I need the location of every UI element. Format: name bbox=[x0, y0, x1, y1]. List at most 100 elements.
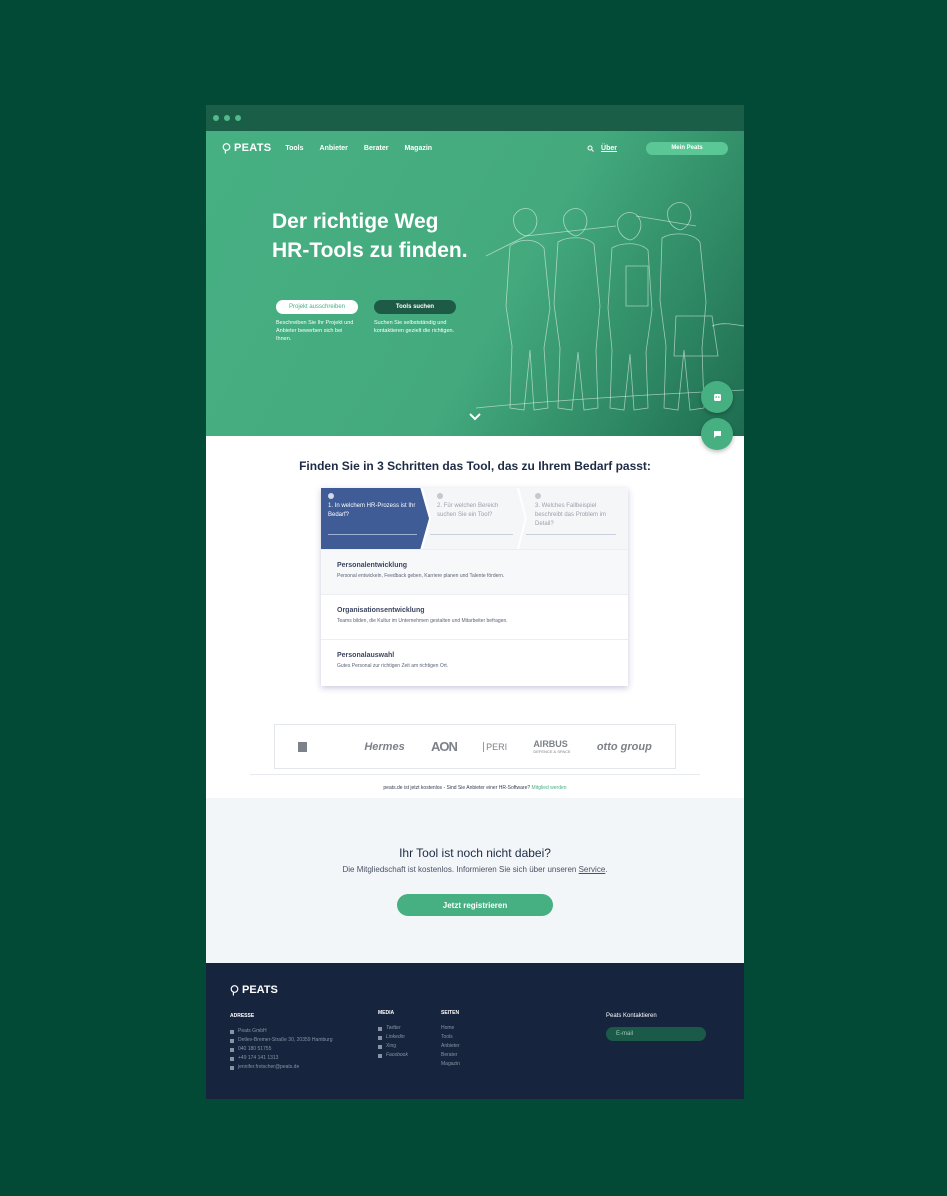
pin-icon bbox=[230, 1038, 234, 1043]
option-personalentwicklung[interactable]: Personalentwicklung Personal entwickeln,… bbox=[321, 549, 628, 594]
media-label: Linkedin bbox=[386, 1034, 405, 1040]
wizard-steps: 1. In welchem HR-Prozess ist Ihr Bedarf?… bbox=[321, 488, 628, 549]
page-link-berater[interactable]: Berater bbox=[441, 1051, 460, 1060]
hero: PEATS Tools Anbieter Berater Magazin Übe… bbox=[206, 131, 744, 436]
hero-title-line1: Der richtige Weg bbox=[272, 210, 439, 233]
project-button[interactable]: Projekt ausschreiben bbox=[276, 300, 358, 314]
cta-project: Projekt ausschreiben Beschreiben Sie Ihr… bbox=[276, 300, 358, 343]
company-name: Peats GmbH bbox=[238, 1028, 267, 1034]
assistant-fab[interactable] bbox=[701, 381, 733, 413]
window-dot bbox=[235, 115, 241, 121]
phone-2[interactable]: +49 174 141 1313 bbox=[238, 1054, 278, 1063]
nav-link-berater[interactable]: Berater bbox=[364, 145, 389, 152]
hero-title: Der richtige Weg HR-Tools zu finden. bbox=[272, 207, 468, 265]
service-link[interactable]: Service bbox=[579, 865, 606, 874]
top-nav: PEATS Tools Anbieter Berater Magazin Übe… bbox=[222, 141, 728, 155]
wizard-step-3[interactable]: 3. Welches Fallbeispiel beschreibt das P… bbox=[519, 488, 628, 549]
phone-1[interactable]: 040 180 51755 bbox=[238, 1045, 271, 1054]
footer-media: MEDIA Twitter Linkedin Xing Facebook bbox=[378, 1009, 408, 1060]
footer-logo-text: PEATS bbox=[242, 984, 278, 996]
peats-logo[interactable]: PEATS bbox=[222, 142, 271, 154]
logo-otto-group: otto group bbox=[596, 740, 652, 753]
free-note-text: peats.de ist jetzt kostenlos - Sind Sie … bbox=[383, 785, 531, 791]
check-icon bbox=[328, 493, 334, 499]
address-title: ADRESSE bbox=[230, 1013, 255, 1019]
contact-email[interactable]: jennifer.frotscher@peats.de bbox=[238, 1063, 299, 1072]
step-underline bbox=[430, 534, 513, 535]
logo-airbus: AIRBUS DEFENCE & SPACE bbox=[533, 739, 570, 754]
wizard-step-1[interactable]: 1. In welchem HR-Prozess ist Ihr Bedarf? bbox=[321, 488, 429, 549]
window-chrome bbox=[206, 105, 744, 131]
footer-pages: SEITEN Home Tools Anbieter Berater Magaz… bbox=[441, 1009, 460, 1069]
step-2-label: 2. Für welchen Bereich suchen Sie ein To… bbox=[437, 503, 499, 518]
nav-link-about[interactable]: Über bbox=[601, 145, 617, 152]
page-link-home[interactable]: Home bbox=[441, 1024, 460, 1033]
person-icon bbox=[230, 1029, 234, 1034]
register-button[interactable]: Jetzt registrieren bbox=[397, 894, 553, 916]
logo-aon: AON bbox=[430, 739, 458, 754]
nav-links: Tools Anbieter Berater Magazin bbox=[285, 145, 432, 152]
chevron-down-icon[interactable] bbox=[468, 412, 482, 422]
chat-fab[interactable] bbox=[701, 418, 733, 450]
wizard-step-2[interactable]: 2. Für welchen Bereich suchen Sie ein To… bbox=[423, 488, 525, 549]
media-title: MEDIA bbox=[378, 1010, 395, 1016]
option-title: Personalentwicklung bbox=[337, 562, 408, 569]
email-row: jennifer.frotscher@peats.de bbox=[230, 1063, 333, 1072]
facebook-icon bbox=[378, 1053, 382, 1058]
register-title: Ihr Tool ist noch nicht dabei? bbox=[399, 846, 551, 860]
option-title: Personalauswahl bbox=[337, 652, 395, 659]
company-row: Peats GmbH bbox=[230, 1027, 333, 1036]
tools-search-button[interactable]: Tools suchen bbox=[374, 300, 456, 314]
nav-link-magazin[interactable]: Magazin bbox=[404, 145, 432, 152]
robot-icon bbox=[713, 393, 721, 401]
lightbulb-icon bbox=[222, 142, 231, 153]
option-title: Organisationsentwicklung bbox=[337, 607, 425, 614]
register-text-body: Die Mitgliedschaft ist kostenlos. Inform… bbox=[342, 865, 577, 874]
contact-title: Peats Kontaktieren bbox=[606, 1013, 657, 1019]
media-label: Facebook bbox=[386, 1052, 408, 1058]
search-icon[interactable] bbox=[587, 145, 594, 152]
footer-contact: Peats Kontaktieren E-mail bbox=[606, 1012, 706, 1041]
nav-right: Über Mein Peats bbox=[587, 141, 728, 155]
option-organisationsentwicklung[interactable]: Organisationsentwicklung Teams bilden, d… bbox=[321, 594, 628, 639]
steps-heading: Finden Sie in 3 Schritten das Tool, das … bbox=[299, 459, 651, 473]
xing-icon bbox=[378, 1044, 382, 1049]
media-facebook[interactable]: Facebook bbox=[378, 1051, 408, 1060]
footer-address: ADRESSE Peats GmbH Detlev-Bremer-Straße … bbox=[230, 1012, 333, 1072]
footer-logo[interactable]: PEATS bbox=[230, 984, 278, 996]
nav-link-tools[interactable]: Tools bbox=[285, 145, 303, 152]
option-description: Gutes Personal zur richtigen Zeit am ric… bbox=[337, 663, 449, 669]
page-link-anbieter[interactable]: Anbieter bbox=[441, 1042, 460, 1051]
cta-tools: Tools suchen Suchen Sie selbstständig un… bbox=[374, 300, 456, 335]
divider bbox=[250, 774, 700, 775]
free-note: peats.de ist jetzt kostenlos - Sind Sie … bbox=[206, 785, 744, 791]
phone-icon bbox=[230, 1056, 234, 1061]
window-dot bbox=[224, 115, 230, 121]
client-logos: Hermes AON PERI AIRBUS DEFENCE & SPACE ot… bbox=[274, 724, 676, 769]
window-dot bbox=[213, 115, 219, 121]
check-icon bbox=[535, 493, 541, 499]
phone1-row: 040 180 51755 bbox=[230, 1045, 333, 1054]
media-linkedin[interactable]: Linkedin bbox=[378, 1033, 408, 1042]
media-twitter[interactable]: Twitter bbox=[378, 1024, 408, 1033]
media-xing[interactable]: Xing bbox=[378, 1042, 408, 1051]
street-row: Detlev-Bremer-Straße 30, 20359 Hamburg bbox=[230, 1036, 333, 1045]
project-description: Beschreiben Sie Ihr Projekt und Anbieter… bbox=[276, 320, 354, 342]
logo-peri: PERI bbox=[483, 741, 507, 752]
nav-link-anbieter[interactable]: Anbieter bbox=[320, 145, 348, 152]
step-3-label: 3. Welches Fallbeispiel beschreibt das P… bbox=[535, 503, 607, 527]
option-personalauswahl[interactable]: Personalauswahl Gutes Personal zur richt… bbox=[321, 639, 628, 684]
my-peats-button[interactable]: Mein Peats bbox=[646, 141, 728, 155]
logo-text: PEATS bbox=[234, 142, 272, 154]
step-wizard: 1. In welchem HR-Prozess ist Ihr Bedarf?… bbox=[321, 488, 628, 686]
become-member-link[interactable]: Mitglied werden bbox=[532, 785, 567, 791]
email-field[interactable]: E-mail bbox=[606, 1027, 706, 1041]
page-link-magazin[interactable]: Magazin bbox=[441, 1060, 460, 1069]
street: Detlev-Bremer-Straße 30, 20359 Hamburg bbox=[238, 1037, 333, 1043]
page-link-tools[interactable]: Tools bbox=[441, 1033, 460, 1042]
step-1-label: 1. In welchem HR-Prozess ist Ihr Bedarf? bbox=[328, 503, 416, 518]
register-section: Ihr Tool ist noch nicht dabei? Die Mitgl… bbox=[206, 798, 744, 963]
register-text: Die Mitgliedschaft ist kostenlos. Inform… bbox=[342, 865, 608, 874]
phone2-row: +49 174 141 1313 bbox=[230, 1054, 333, 1063]
pages-title: SEITEN bbox=[441, 1010, 460, 1016]
